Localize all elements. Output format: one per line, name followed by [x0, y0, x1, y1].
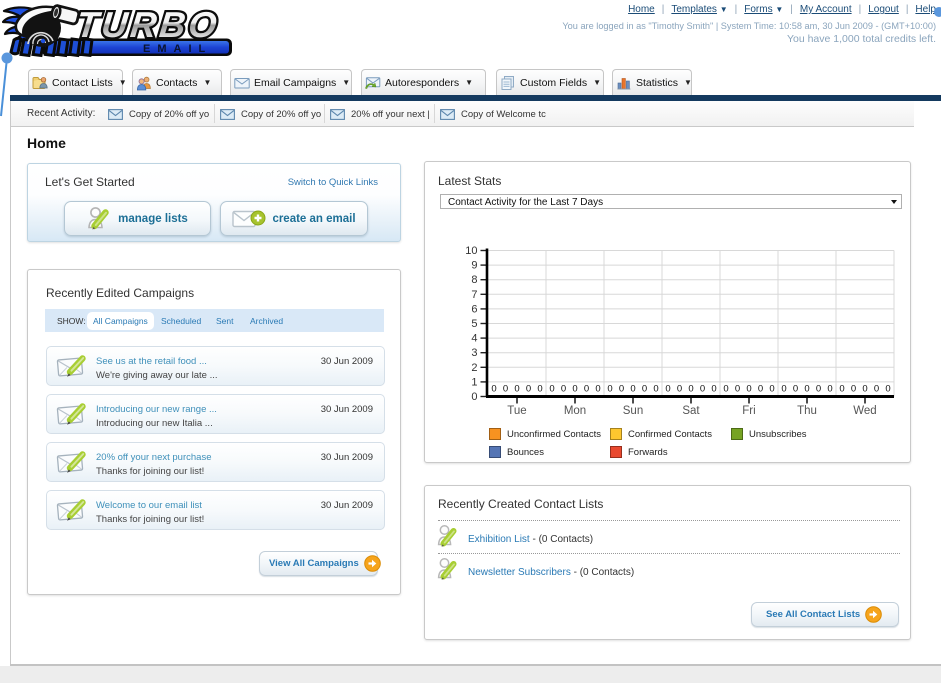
svg-text:0: 0 — [723, 384, 728, 395]
svg-text:0: 0 — [537, 384, 542, 395]
svg-text:7: 7 — [471, 289, 477, 301]
svg-text:0: 0 — [642, 384, 647, 395]
svg-text:5: 5 — [471, 318, 477, 330]
svg-text:Thu: Thu — [797, 405, 817, 417]
svg-text:0: 0 — [874, 384, 879, 395]
svg-text:0: 0 — [700, 384, 705, 395]
svg-text:Fri: Fri — [742, 405, 755, 417]
svg-text:0: 0 — [549, 384, 554, 395]
svg-text:0: 0 — [572, 384, 577, 395]
svg-text:0: 0 — [862, 384, 867, 395]
svg-text:Wed: Wed — [853, 405, 876, 417]
svg-text:TURBO: TURBO — [74, 4, 221, 45]
svg-text:0: 0 — [526, 384, 531, 395]
svg-text:0: 0 — [688, 384, 693, 395]
svg-text:Sun: Sun — [623, 405, 643, 417]
svg-text:0: 0 — [619, 384, 624, 395]
svg-text:0: 0 — [607, 384, 612, 395]
svg-text:0: 0 — [885, 384, 890, 395]
svg-text:0: 0 — [584, 384, 589, 395]
svg-text:0: 0 — [491, 384, 496, 395]
svg-text:0: 0 — [561, 384, 566, 395]
svg-text:0: 0 — [839, 384, 844, 395]
svg-text:0: 0 — [816, 384, 821, 395]
svg-text:0: 0 — [793, 384, 798, 395]
svg-text:0: 0 — [630, 384, 635, 395]
svg-text:Mon: Mon — [564, 405, 586, 417]
svg-text:0: 0 — [471, 391, 477, 403]
svg-text:3: 3 — [471, 347, 477, 359]
svg-text:0: 0 — [665, 384, 670, 395]
svg-text:0: 0 — [758, 384, 763, 395]
svg-text:2: 2 — [471, 362, 477, 374]
svg-text:9: 9 — [471, 260, 477, 272]
svg-text:0: 0 — [503, 384, 508, 395]
svg-text:0: 0 — [711, 384, 716, 395]
svg-text:0: 0 — [781, 384, 786, 395]
svg-text:0: 0 — [595, 384, 600, 395]
svg-text:6: 6 — [471, 303, 477, 315]
svg-text:0: 0 — [851, 384, 856, 395]
svg-text:0: 0 — [827, 384, 832, 395]
svg-text:0: 0 — [735, 384, 740, 395]
svg-text:1: 1 — [471, 376, 477, 388]
svg-text:Sat: Sat — [682, 405, 700, 417]
svg-text:10: 10 — [465, 245, 477, 257]
svg-text:0: 0 — [746, 384, 751, 395]
svg-text:0: 0 — [804, 384, 809, 395]
svg-text:Tue: Tue — [507, 405, 526, 417]
svg-text:0: 0 — [514, 384, 519, 395]
svg-text:0: 0 — [677, 384, 682, 395]
svg-text:4: 4 — [471, 333, 477, 345]
svg-text:8: 8 — [471, 274, 477, 286]
svg-text:0: 0 — [769, 384, 774, 395]
svg-text:0: 0 — [653, 384, 658, 395]
